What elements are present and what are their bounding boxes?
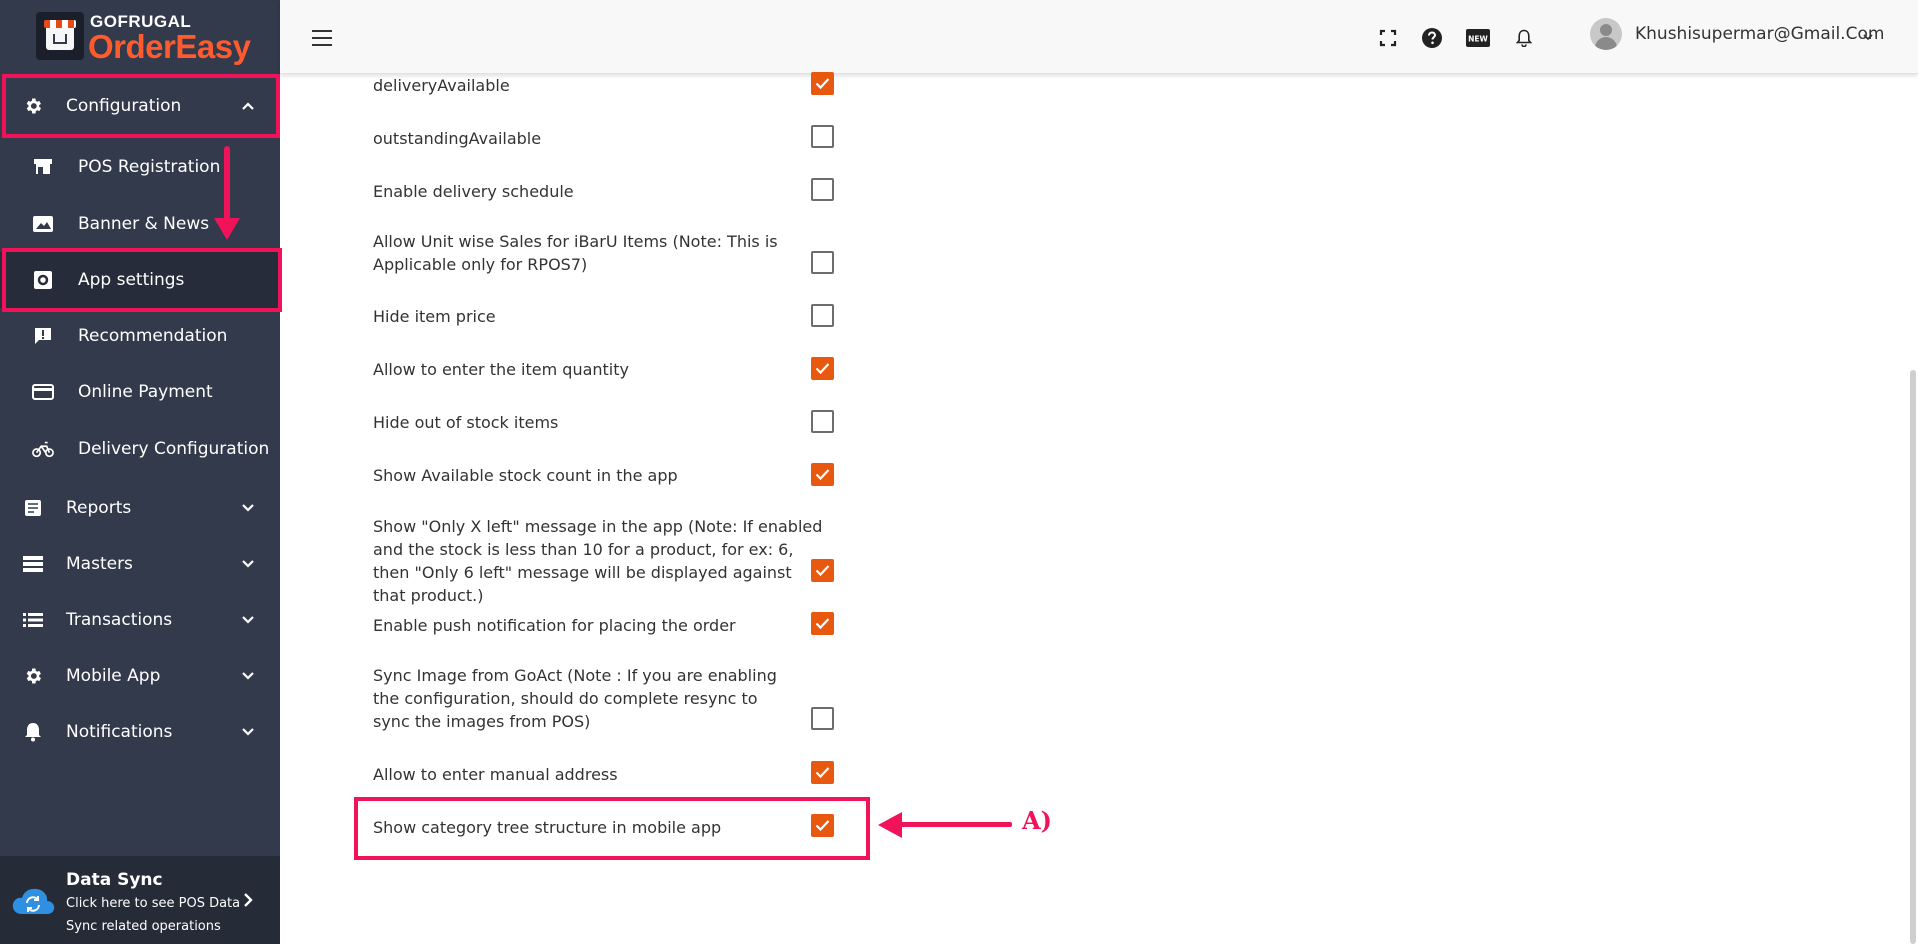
- data-sync-title: Data Sync: [66, 870, 163, 890]
- storefront-icon: [32, 156, 54, 178]
- setting-checkbox[interactable]: [811, 125, 834, 148]
- bell-icon: [22, 721, 44, 743]
- setting-label: Enable push notification for placing the…: [373, 616, 736, 635]
- chevron-down-icon: [240, 668, 256, 684]
- feedback-icon: [32, 325, 54, 347]
- annotation-label: A): [1022, 806, 1052, 835]
- sidebar-item-online-payment[interactable]: Online Payment: [0, 364, 280, 420]
- brand-logo[interactable]: GOFRUGAL OrderEasy: [36, 12, 251, 65]
- annotation-arrow-down: [224, 146, 230, 224]
- data-sync-line2: Sync related operations: [66, 919, 221, 934]
- sidebar-item-delivery-configuration[interactable]: Delivery Configuration: [0, 421, 280, 477]
- highlight-configuration: [2, 74, 280, 138]
- setting-label: Enable delivery schedule: [373, 182, 574, 201]
- annotation-arrow-left: [900, 822, 1012, 827]
- setting-label: Allow to enter the item quantity: [373, 360, 629, 379]
- setting-checkbox[interactable]: [811, 178, 834, 201]
- setting-label: Allow to enter manual address: [373, 765, 618, 784]
- sidebar: GOFRUGAL OrderEasy Configuration POS Reg…: [0, 0, 280, 944]
- sidebar-item-label: Reports: [66, 498, 132, 518]
- setting-label: deliveryAvailable: [373, 76, 510, 95]
- setting-checkbox[interactable]: [811, 612, 834, 635]
- sidebar-item-pos-registration[interactable]: POS Registration: [0, 139, 280, 195]
- setting-checkbox[interactable]: [811, 410, 834, 433]
- setting-checkbox[interactable]: [811, 707, 834, 730]
- sidebar-item-label: POS Registration: [78, 157, 221, 177]
- sidebar-item-reports[interactable]: Reports: [0, 480, 280, 536]
- user-email[interactable]: Khushisupermar@Gmail.Com: [1635, 24, 1884, 44]
- setting-label: Allow Unit wise Sales for iBarU Items (N…: [373, 232, 778, 274]
- setting-checkbox[interactable]: [811, 72, 834, 95]
- chevron-right-icon[interactable]: [240, 892, 256, 908]
- sidebar-item-label: Mobile App: [66, 666, 161, 686]
- gear-icon: [22, 665, 44, 687]
- new-icon[interactable]: NEW: [1465, 26, 1491, 50]
- bicycle-icon: [32, 438, 54, 460]
- chevron-down-icon: [240, 500, 256, 516]
- fullscreen-icon[interactable]: [1376, 26, 1400, 50]
- help-icon[interactable]: [1420, 26, 1444, 50]
- avatar[interactable]: [1590, 18, 1622, 50]
- sidebar-item-masters[interactable]: Masters: [0, 536, 280, 592]
- image-icon: [32, 213, 54, 235]
- setting-label: Hide item price: [373, 307, 496, 326]
- chevron-down-icon: [240, 556, 256, 572]
- setting-checkbox[interactable]: [811, 357, 834, 380]
- setting-checkbox[interactable]: [811, 463, 834, 486]
- cloud-sync-icon: [10, 886, 56, 916]
- setting-label: Hide out of stock items: [373, 413, 559, 432]
- sidebar-item-label: Banner & News: [78, 214, 210, 234]
- highlight-app-settings: [2, 248, 282, 312]
- scrollbar[interactable]: [1910, 370, 1916, 944]
- sidebar-item-notifications[interactable]: Notifications: [0, 704, 280, 760]
- highlight-category-tree-row: [354, 797, 870, 860]
- sidebar-item-recommendation[interactable]: Recommendation: [0, 308, 280, 364]
- reports-icon: [22, 497, 44, 519]
- annotation-arrow-left-head: [878, 812, 902, 838]
- menu-icon[interactable]: [312, 30, 334, 46]
- sidebar-item-label: Transactions: [66, 610, 173, 630]
- setting-label: Sync Image from GoAct (Note : If you are…: [373, 666, 777, 731]
- setting-checkbox[interactable]: [811, 559, 834, 582]
- setting-checkbox[interactable]: [811, 761, 834, 784]
- store-icon: [36, 12, 84, 60]
- setting-label: Show "Only X left" message in the app (N…: [373, 517, 823, 605]
- setting-label: outstandingAvailable: [373, 129, 542, 148]
- annotation-arrow-down-head: [214, 218, 240, 240]
- top-header: NEW Khushisupermar@Gmail.Com: [280, 0, 1918, 74]
- data-sync-line1: Click here to see POS Data: [66, 896, 241, 911]
- credit-card-icon: [32, 381, 54, 403]
- chevron-down-icon: [240, 724, 256, 740]
- chevron-down-icon[interactable]: [1862, 28, 1874, 41]
- layers-icon: [22, 553, 44, 575]
- sidebar-item-label: Notifications: [66, 722, 173, 742]
- brand-bottom: OrderEasy: [88, 28, 251, 65]
- sidebar-item-label: Recommendation: [78, 326, 228, 346]
- list-icon: [22, 609, 44, 631]
- setting-checkbox[interactable]: [811, 251, 834, 274]
- chevron-down-icon: [240, 612, 256, 628]
- sidebar-item-label: Masters: [66, 554, 133, 574]
- setting-checkbox[interactable]: [811, 304, 834, 327]
- bell-icon[interactable]: [1512, 26, 1536, 50]
- setting-label: Show Available stock count in the app: [373, 466, 678, 485]
- sidebar-item-transactions[interactable]: Transactions: [0, 592, 280, 648]
- sidebar-item-label: Delivery Configuration: [78, 439, 270, 459]
- sidebar-item-mobile-app[interactable]: Mobile App: [0, 648, 280, 704]
- sidebar-item-label: Online Payment: [78, 382, 213, 402]
- svg-text:NEW: NEW: [1468, 35, 1488, 44]
